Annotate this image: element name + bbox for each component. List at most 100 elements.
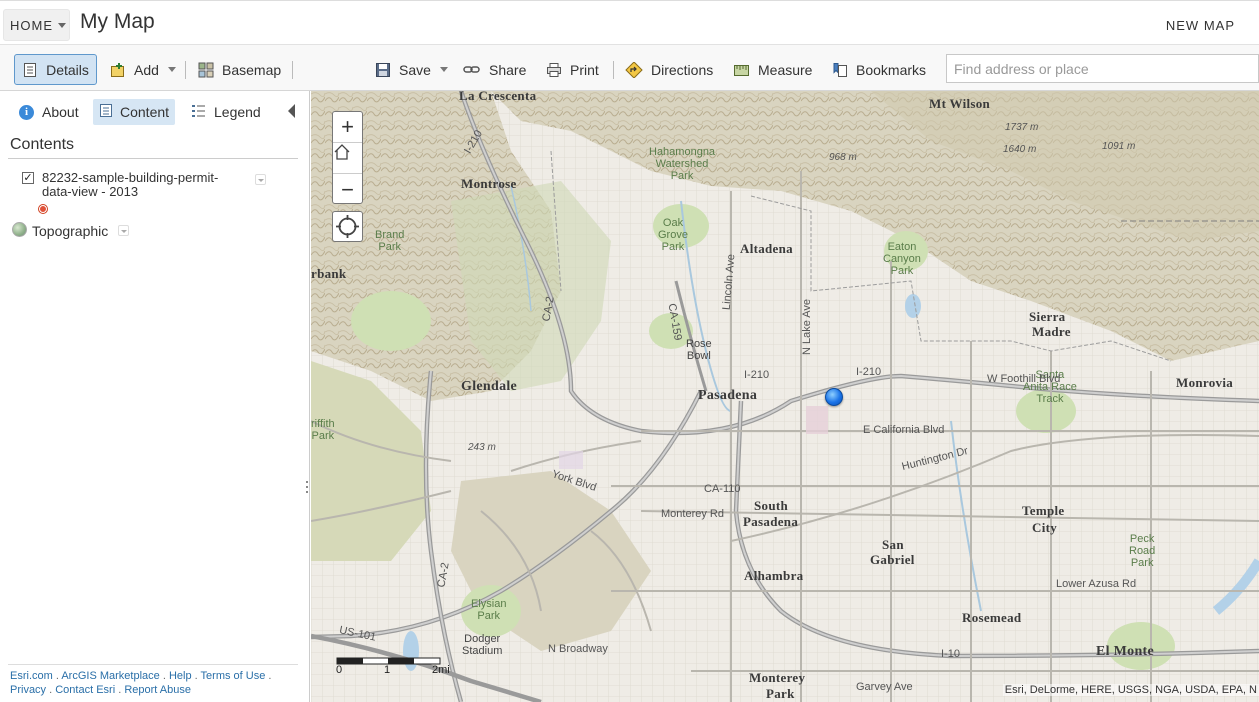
- zoom-controls: + −: [332, 111, 363, 204]
- legend-list-icon: [192, 104, 206, 121]
- basemap-label: Basemap: [222, 61, 282, 78]
- directions-icon: [625, 60, 643, 79]
- place-label: Altadena: [740, 241, 793, 256]
- park-label: Elysian Park: [471, 598, 507, 622]
- add-label: Add: [134, 61, 159, 78]
- basemap-layer-name[interactable]: Topographic: [32, 223, 108, 239]
- road-label: CA-110: [704, 483, 741, 495]
- place-label: Gabriel: [870, 552, 915, 567]
- layer-symbol-icon: [39, 205, 47, 213]
- place-label: Mt Wilson: [929, 96, 991, 111]
- basemap-button[interactable]: Basemap: [198, 54, 281, 85]
- report-abuse-link[interactable]: Report Abuse: [124, 684, 191, 696]
- home-extent-button[interactable]: [333, 143, 362, 174]
- place-label: San: [882, 537, 904, 552]
- road-label: Garvey Ave: [856, 681, 913, 693]
- home-button[interactable]: HOME: [3, 9, 70, 41]
- feature-point-marker[interactable]: [825, 388, 843, 406]
- divider: [8, 158, 298, 159]
- directions-button[interactable]: Directions: [625, 54, 713, 85]
- basemap-grid-icon: [198, 62, 214, 78]
- save-button[interactable]: Save: [375, 54, 448, 85]
- bookmarks-button[interactable]: Bookmarks: [832, 54, 926, 85]
- locate-button[interactable]: [332, 211, 363, 242]
- place-label: City: [1032, 520, 1058, 535]
- link-icon: [463, 62, 481, 78]
- add-button[interactable]: Add: [110, 54, 176, 85]
- help-link[interactable]: Help: [169, 670, 192, 682]
- park-label: riffith Park: [311, 418, 335, 442]
- bookmark-icon: [832, 62, 848, 78]
- measure-label: Measure: [758, 61, 813, 78]
- home-label: HOME: [10, 17, 53, 33]
- place-label: La Crescenta: [459, 91, 537, 103]
- marketplace-link[interactable]: ArcGIS Marketplace: [61, 670, 159, 682]
- chevron-down-icon: [167, 67, 176, 72]
- road-label: Monterey Rd: [661, 508, 724, 520]
- esri-link[interactable]: Esri.com: [10, 670, 53, 682]
- place-label: Rose Bowl: [686, 338, 712, 362]
- place-label: rbank: [311, 266, 347, 281]
- save-icon: [375, 62, 391, 78]
- zoom-in-button[interactable]: +: [333, 112, 362, 143]
- elevation-label: 1091 m: [1102, 141, 1136, 152]
- elevation-label: 1640 m: [1003, 144, 1037, 155]
- place-label: South: [754, 498, 789, 513]
- bookmarks-label: Bookmarks: [856, 61, 927, 78]
- place-label: Monterey: [749, 670, 806, 685]
- place-label: El Monte: [1096, 644, 1155, 659]
- scale-label-zero: 0: [336, 664, 343, 676]
- road-label: W Foothill Blvd: [987, 373, 1061, 385]
- share-button[interactable]: Share: [463, 54, 526, 85]
- scale-label-two: 2mi: [432, 664, 450, 676]
- layer-name[interactable]: 82232-sample-building-permit-data-view -…: [42, 171, 247, 199]
- place-label: Park: [766, 686, 795, 701]
- road-label: I-210: [856, 366, 882, 378]
- road-label: N Broadway: [548, 643, 608, 655]
- tab-legend[interactable]: Legend: [186, 99, 267, 125]
- directions-label: Directions: [651, 61, 714, 78]
- panel-resize-handle[interactable]: [306, 481, 309, 497]
- tab-content[interactable]: Content: [93, 99, 176, 125]
- collapse-panel-icon[interactable]: [288, 104, 295, 118]
- park-label: Eaton Canyon Park: [883, 241, 921, 277]
- details-label: Details: [46, 61, 89, 78]
- park-label: Oak Grove Park: [658, 217, 688, 253]
- zoom-out-button[interactable]: −: [333, 174, 362, 205]
- terms-link[interactable]: Terms of Use: [201, 670, 266, 682]
- printer-icon: [546, 62, 562, 78]
- place-label: Glendale: [461, 379, 518, 394]
- info-icon: i: [19, 104, 34, 120]
- search-input[interactable]: [946, 54, 1259, 83]
- place-label: Temple: [1022, 503, 1065, 518]
- print-button[interactable]: Print: [546, 54, 599, 85]
- measure-button[interactable]: Measure: [733, 54, 812, 85]
- place-label: Dodger Stadium: [462, 633, 503, 657]
- tab-content-label: Content: [120, 104, 170, 120]
- contact-link[interactable]: Contact Esri: [55, 684, 115, 696]
- scale-label-one: 1: [384, 664, 391, 676]
- basemap-options-chevron-icon[interactable]: [118, 225, 129, 236]
- add-layer-icon: [110, 62, 126, 78]
- place-label: Monrovia: [1176, 375, 1234, 390]
- tab-about-label: About: [42, 104, 79, 120]
- toolbar-divider: [292, 61, 293, 79]
- chevron-down-icon: [58, 22, 66, 28]
- print-label: Print: [570, 61, 599, 78]
- tab-about[interactable]: i About: [13, 99, 85, 125]
- park-label: Brand Park: [375, 229, 405, 253]
- map-view[interactable]: La Crescenta Mt Wilson Montrose Altadena…: [311, 91, 1259, 702]
- new-map-button[interactable]: NEW MAP: [1166, 18, 1235, 33]
- toolbar-divider: [185, 61, 186, 79]
- place-label: Sierra: [1029, 309, 1066, 324]
- home-icon: [334, 144, 350, 160]
- elevation-label: 1737 m: [1005, 122, 1039, 133]
- top-header: HOME My Map NEW MAP: [0, 0, 1259, 44]
- details-button[interactable]: Details: [14, 54, 97, 85]
- place-label: Madre: [1032, 324, 1071, 339]
- layer-options-chevron-icon[interactable]: [255, 174, 266, 185]
- privacy-link[interactable]: Privacy: [10, 684, 46, 696]
- details-panel: i About Content Legend Contents ✓ 82232-…: [0, 91, 310, 702]
- layer-visibility-checkbox[interactable]: ✓: [22, 172, 34, 184]
- measure-icon: [733, 62, 750, 78]
